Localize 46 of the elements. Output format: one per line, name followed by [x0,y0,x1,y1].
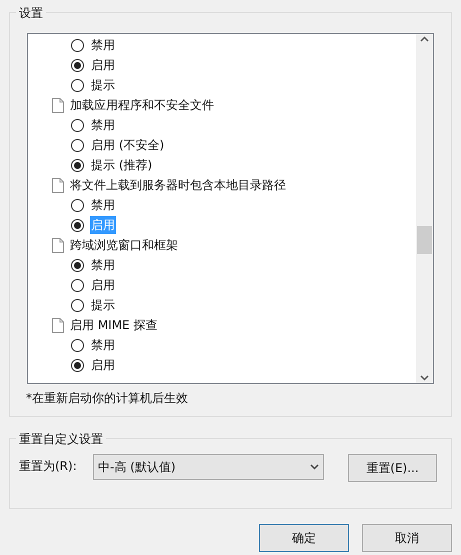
option-label[interactable]: 启用 (不安全) [90,136,166,154]
option-label[interactable]: 禁用 [90,116,116,134]
scroll-up-icon[interactable] [420,36,429,42]
dropdown-value: 中-高 (默认值) [98,459,176,476]
radio-button[interactable] [71,198,84,212]
radio-button[interactable] [71,118,84,132]
radio-button[interactable] [71,58,84,72]
radio-button[interactable] [71,298,84,312]
chevron-down-icon [310,464,319,470]
cancel-button[interactable]: 取消 [362,524,452,552]
setting-name: 启用 MIME 探查 [70,317,158,334]
level-dropdown[interactable]: 中-高 (默认值) [93,454,324,480]
setting-name: 将文件上载到服务器时包含本地目录路径 [70,177,286,194]
option-label[interactable]: 禁用 [90,256,116,274]
scrollbar-thumb[interactable] [417,226,432,254]
document-icon [52,178,64,192]
document-icon [52,98,64,112]
scrollbar[interactable] [416,34,433,383]
setting-name: 跨域浏览窗口和框架 [70,237,178,254]
radio-button[interactable] [71,218,84,232]
option-label[interactable]: 启用 [90,276,116,294]
radio-button[interactable] [71,138,84,152]
scroll-down-icon[interactable] [420,375,429,381]
radio-button[interactable] [71,78,84,92]
document-icon [52,318,64,332]
note-text: *在重新启动你的计算机后生效 [26,390,189,407]
document-icon [52,238,64,252]
radio-button[interactable] [71,338,84,352]
option-label[interactable]: 启用 [90,356,116,374]
ok-button[interactable]: 确定 [259,524,349,552]
reset-label: 重置为(R): [19,458,78,475]
reset-button[interactable]: 重置(E)... [348,454,437,482]
radio-button[interactable] [71,38,84,52]
radio-button[interactable] [71,358,84,372]
radio-button[interactable] [71,158,84,172]
option-label[interactable]: 启用 [90,56,116,74]
option-label[interactable]: 提示 [90,76,116,94]
option-label[interactable]: 提示 [90,296,116,314]
option-label[interactable]: 禁用 [90,36,116,54]
radio-button[interactable] [71,258,84,272]
group-title: 重置自定义设置 [16,430,106,448]
option-label[interactable]: 禁用 [90,196,116,214]
radio-button[interactable] [71,278,84,292]
setting-name: 加载应用程序和不安全文件 [70,97,214,114]
option-label[interactable]: 禁用 [90,336,116,354]
option-label[interactable]: 提示 (推荐) [90,156,154,174]
